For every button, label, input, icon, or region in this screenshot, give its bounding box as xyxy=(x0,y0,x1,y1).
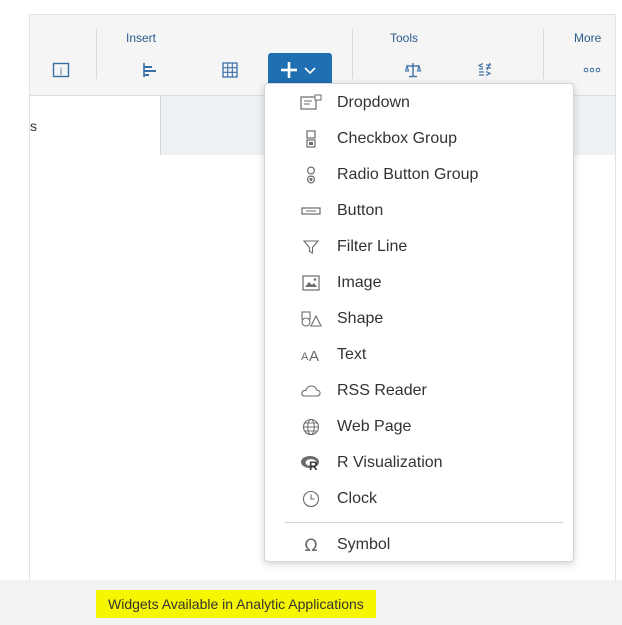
menu-item-filter-line[interactable]: Filter Line xyxy=(265,230,573,264)
svg-text:i: i xyxy=(59,66,62,78)
toolbar-separator xyxy=(352,29,353,79)
table-icon xyxy=(222,62,238,78)
image-icon xyxy=(299,271,323,295)
toolbar-separator xyxy=(543,29,544,79)
compare-operators-icon xyxy=(477,62,492,77)
cloud-icon xyxy=(299,379,323,403)
menu-item-image[interactable]: Image xyxy=(265,266,573,300)
plus-chevron-down-icon xyxy=(281,62,316,78)
balance-scale-icon xyxy=(404,63,422,78)
menu-item-radio-button-group[interactable]: Radio Button Group xyxy=(265,158,573,192)
menu-item-label: Text xyxy=(337,346,367,363)
menu-item-label: Shape xyxy=(337,310,384,327)
omega-icon: Ω xyxy=(299,533,323,557)
menu-item-text[interactable]: AA Text xyxy=(265,338,573,372)
add-widget-button[interactable] xyxy=(268,53,332,87)
menu-item-label: RSS Reader xyxy=(337,382,427,399)
compare-tool-button[interactable] xyxy=(468,55,502,85)
more-group-label: More xyxy=(574,31,602,45)
toolbar-separator xyxy=(96,29,97,79)
menu-item-label: Symbol xyxy=(337,536,391,553)
insert-table-button[interactable] xyxy=(213,55,247,85)
menu-item-button[interactable]: Button xyxy=(265,194,573,228)
clock-icon xyxy=(299,487,323,511)
menu-item-label: Dropdown xyxy=(337,94,410,111)
r-logo-icon: R xyxy=(299,451,323,475)
menu-separator xyxy=(285,522,563,523)
globe-icon xyxy=(299,415,323,439)
menu-item-label: R Visualization xyxy=(337,454,443,471)
menu-item-checkbox-group[interactable]: Checkbox Group xyxy=(265,122,573,156)
menu-item-label: Checkbox Group xyxy=(337,130,458,147)
svg-text:A: A xyxy=(309,348,319,363)
checkbox-group-icon xyxy=(299,127,323,151)
insert-widget-menu: Dropdown Checkbox Group Radio Button Gro… xyxy=(264,83,574,562)
tab-label: s xyxy=(30,118,37,134)
dropdown-icon xyxy=(299,91,323,115)
menu-item-clock[interactable]: Clock xyxy=(265,482,573,516)
info-icon: i xyxy=(52,62,70,78)
menu-item-label: Button xyxy=(337,202,384,219)
menu-item-symbol[interactable]: Ω Symbol xyxy=(265,528,573,562)
info-button[interactable]: i xyxy=(44,55,78,85)
menu-item-shape[interactable]: Shape xyxy=(265,302,573,336)
insert-group-label: Insert xyxy=(126,31,157,45)
button-icon xyxy=(299,199,323,223)
shape-icon xyxy=(299,307,323,331)
tools-group-label: Tools xyxy=(390,31,419,45)
bar-chart-icon xyxy=(143,63,156,77)
scale-tool-button[interactable] xyxy=(396,55,430,85)
more-button[interactable] xyxy=(572,55,612,85)
menu-item-label: Radio Button Group xyxy=(337,166,479,183)
menu-item-dropdown[interactable]: Dropdown xyxy=(265,86,573,120)
svg-text:A: A xyxy=(301,351,309,363)
tab-active[interactable]: s xyxy=(30,96,161,155)
svg-text:Ω: Ω xyxy=(305,536,318,554)
svg-text:R: R xyxy=(309,459,318,472)
menu-item-r-visualization[interactable]: R R Visualization xyxy=(265,446,573,480)
insert-chart-button[interactable] xyxy=(133,55,167,85)
menu-item-label: Clock xyxy=(337,490,378,507)
caption-highlight: Widgets Available in Analytic Applicatio… xyxy=(96,590,376,618)
menu-item-web-page[interactable]: Web Page xyxy=(265,410,573,444)
text-icon: AA xyxy=(299,343,323,367)
menu-item-label: Image xyxy=(337,274,382,291)
menu-item-label: Filter Line xyxy=(337,238,408,255)
menu-item-label: Web Page xyxy=(337,418,412,435)
filter-icon xyxy=(299,235,323,259)
menu-item-rss-reader[interactable]: RSS Reader xyxy=(265,374,573,408)
radio-button-group-icon xyxy=(299,163,323,187)
overflow-dots-icon xyxy=(583,67,601,73)
